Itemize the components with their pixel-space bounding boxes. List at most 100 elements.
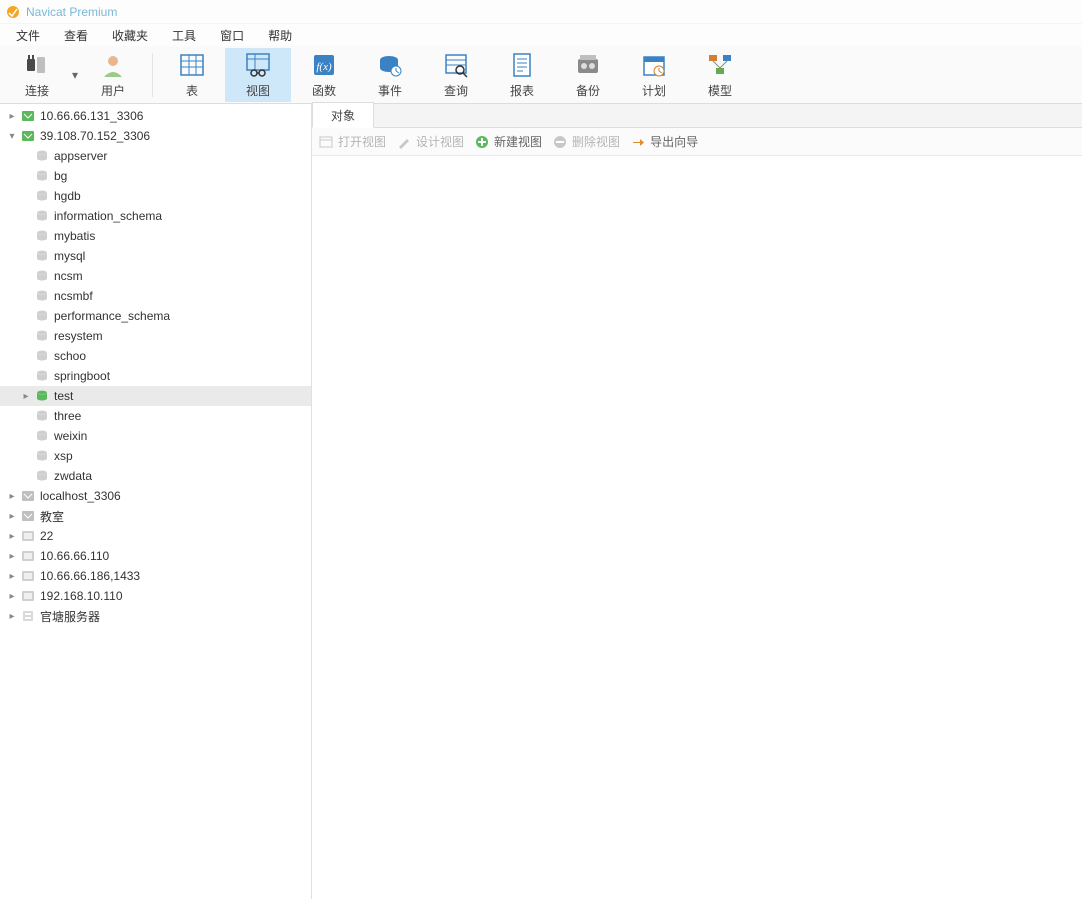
toolbar-event-button[interactable]: 事件 (357, 48, 423, 102)
toolbar-table-button[interactable]: 表 (159, 48, 225, 102)
menu-view[interactable]: 查看 (52, 25, 100, 46)
database-node[interactable]: ▸test (0, 386, 311, 406)
database-icon (34, 468, 50, 484)
toolbar: 连接 ▾ 用户 表 视图 f(x) 函数 事件 (0, 46, 1082, 104)
database-icon (34, 348, 50, 364)
viewbar-new[interactable]: 新建视图 (474, 133, 542, 150)
expander-icon[interactable]: ▸ (4, 591, 20, 602)
expander-icon[interactable]: ▾ (4, 131, 20, 142)
toolbar-plan-button[interactable]: 计划 (621, 48, 687, 102)
connection-node[interactable]: ▸ 官塘服务器 (0, 606, 311, 626)
database-icon (34, 148, 50, 164)
database-label: zwdata (54, 469, 92, 483)
connection-node[interactable]: ▸ 10.66.66.131_3306 (0, 106, 311, 126)
view-toolbar: 打开视图 设计视图 新建视图 删除视图 (312, 128, 1082, 156)
connection-node[interactable]: ▸22 (0, 526, 311, 546)
database-node[interactable]: ncsm (0, 266, 311, 286)
toolbar-model-button[interactable]: 模型 (687, 48, 753, 102)
database-node[interactable]: bg (0, 166, 311, 186)
toolbar-conn-dropdown[interactable]: ▾ (70, 48, 80, 102)
database-node[interactable]: information_schema (0, 206, 311, 226)
toolbar-user-label: 用户 (101, 82, 125, 99)
toolbar-func-button[interactable]: f(x) 函数 (291, 48, 357, 102)
toolbar-report-button[interactable]: 报表 (489, 48, 555, 102)
database-label: xsp (54, 449, 73, 463)
expander-icon[interactable]: ▸ (4, 571, 20, 582)
connection-node[interactable]: ▾39.108.70.152_3306 (0, 126, 311, 146)
toolbar-query-label: 查询 (444, 82, 468, 99)
connection-label: 10.66.66.110 (40, 549, 109, 563)
expander-icon[interactable]: ▸ (4, 511, 20, 522)
connection-label: 10.66.66.186,1433 (40, 569, 140, 583)
connection-node[interactable]: ▸ 10.66.66.186,1433 (0, 566, 311, 586)
database-node[interactable]: xsp (0, 446, 311, 466)
viewbar-design-label: 设计视图 (416, 133, 464, 150)
menubar: 文件 查看 收藏夹 工具 窗口 帮助 (0, 24, 1082, 46)
database-label: appserver (54, 149, 107, 163)
database-label: three (54, 409, 81, 423)
database-node[interactable]: weixin (0, 426, 311, 446)
database-label: weixin (54, 429, 87, 443)
export-icon (630, 134, 646, 150)
connection-label: 10.66.66.131_3306 (40, 109, 143, 123)
viewbar-open[interactable]: 打开视图 (318, 133, 386, 150)
tab-objects[interactable]: 对象 (312, 102, 374, 128)
toolbar-event-label: 事件 (378, 82, 402, 99)
plan-icon (639, 50, 669, 80)
database-icon (34, 308, 50, 324)
toolbar-query-button[interactable]: 查询 (423, 48, 489, 102)
toolbar-func-label: 函数 (312, 82, 336, 99)
viewbar-new-label: 新建视图 (494, 133, 542, 150)
expander-icon[interactable]: ▸ (18, 391, 34, 402)
database-node[interactable]: mysql (0, 246, 311, 266)
expander-icon[interactable]: ▸ (4, 111, 20, 122)
database-node[interactable]: three (0, 406, 311, 426)
toolbar-conn-button[interactable]: 连接 (4, 48, 70, 102)
view-icon (243, 50, 273, 80)
menu-tools[interactable]: 工具 (160, 25, 208, 46)
database-node[interactable]: springboot (0, 366, 311, 386)
connection-tree: ▸ 10.66.66.131_3306 ▾39.108.70.152_3306app… (0, 104, 312, 899)
viewbar-export[interactable]: 导出向导 (630, 133, 698, 150)
connection-node[interactable]: ▸localhost_3306 (0, 486, 311, 506)
expander-icon[interactable]: ▸ (4, 531, 20, 542)
database-node[interactable]: zwdata (0, 466, 311, 486)
toolbar-plan-label: 计划 (642, 82, 666, 99)
viewbar-delete[interactable]: 删除视图 (552, 133, 620, 150)
connection-label: 192.168.10.110 (40, 589, 123, 603)
connection-label: 官塘服务器 (40, 608, 100, 625)
expander-icon[interactable]: ▸ (4, 551, 20, 562)
connection-node[interactable]: ▸ 192.168.10.110 (0, 586, 311, 606)
toolbar-view-button[interactable]: 视图 (225, 48, 291, 102)
database-node[interactable]: resystem (0, 326, 311, 346)
database-icon (34, 248, 50, 264)
toolbar-user-button[interactable]: 用户 (80, 48, 146, 102)
database-label: ncsm (54, 269, 83, 283)
database-label: mysql (54, 249, 85, 263)
connection-node[interactable]: ▸教室 (0, 506, 311, 526)
main-split: ▸ 10.66.66.131_3306 ▾39.108.70.152_3306app… (0, 104, 1082, 899)
menu-favorites[interactable]: 收藏夹 (100, 25, 160, 46)
database-icon (34, 208, 50, 224)
database-node[interactable]: hgdb (0, 186, 311, 206)
database-node[interactable]: ncsmbf (0, 286, 311, 306)
mysql-conn-icon (20, 128, 36, 144)
menu-window[interactable]: 窗口 (208, 25, 256, 46)
connection-node[interactable]: ▸ 10.66.66.110 (0, 546, 311, 566)
database-icon (34, 188, 50, 204)
database-node[interactable]: appserver (0, 146, 311, 166)
menu-file[interactable]: 文件 (4, 25, 52, 46)
content-area: 对象 打开视图 设计视图 新建视图 (312, 104, 1082, 899)
database-node[interactable]: performance_schema (0, 306, 311, 326)
database-node[interactable]: mybatis (0, 226, 311, 246)
expander-icon[interactable]: ▸ (4, 611, 20, 622)
database-node[interactable]: schoo (0, 346, 311, 366)
menu-help[interactable]: 帮助 (256, 25, 304, 46)
toolbar-backup-button[interactable]: 备份 (555, 48, 621, 102)
database-icon (34, 388, 50, 404)
database-label: hgdb (54, 189, 81, 203)
expander-icon[interactable]: ▸ (4, 491, 20, 502)
viewbar-design[interactable]: 设计视图 (396, 133, 464, 150)
mysql-conn-off-icon (20, 488, 36, 504)
event-icon (375, 50, 405, 80)
